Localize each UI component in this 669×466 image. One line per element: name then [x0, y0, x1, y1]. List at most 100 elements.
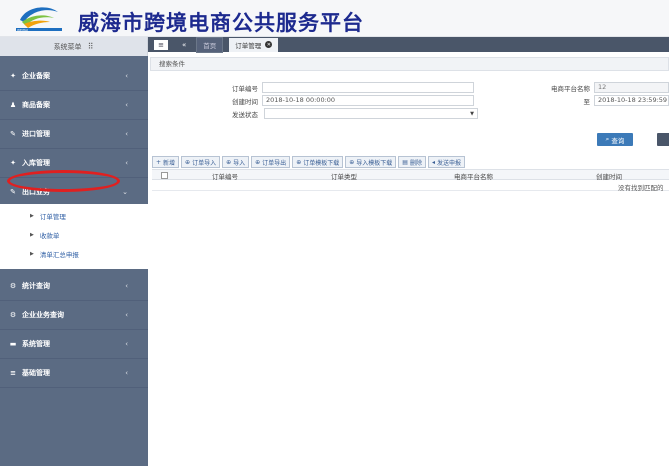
caret-down-icon: ▼ — [470, 111, 474, 117]
star-icon: ✦ — [10, 159, 16, 167]
submenu-item-receipt[interactable]: ▶ 收款单 — [0, 226, 148, 244]
circle-plus-icon: ⊕ — [296, 158, 302, 166]
tools-icon: ✎ — [10, 130, 16, 138]
submenu-item-label: 订单管理 — [39, 213, 66, 221]
sidebar-item-business-query[interactable]: ⚙ 企业业务查询 ‹ — [0, 301, 148, 330]
column-header-platform-name[interactable]: 电商平台名称 — [454, 171, 493, 181]
add-button-label: 新增 — [163, 159, 176, 167]
chevron-down-icon: ⌄ — [122, 188, 128, 196]
sidebar-item-label: 基础管理 — [22, 369, 50, 377]
send-status-select[interactable]: ▼ — [264, 108, 478, 119]
order-template-download-button[interactable]: ⊕ 订单模板下载 — [292, 156, 344, 168]
chevron-left-icon: ‹ — [125, 159, 128, 167]
add-button[interactable]: + 新增 — [152, 156, 180, 168]
submenu-item-label: 清单汇总申报 — [39, 251, 79, 259]
send-declaration-label: 发送申报 — [436, 159, 461, 167]
gears-icon: ⚙ — [9, 282, 17, 290]
menu-title: 系统菜单 ⠿ — [0, 37, 148, 56]
sidebar-item-enterprise-filing[interactable]: ✦ 企业备案 ‹ — [0, 62, 148, 91]
order-export-label: 订单导出 — [262, 159, 287, 167]
app-header: WEIHAI 威海市跨境电商公共服务平台 — [0, 0, 669, 37]
select-all-checkbox[interactable] — [161, 172, 168, 179]
export-submenu: ▶ 订单管理 ▶ 收款单 ▶ 清单汇总申报 — [0, 204, 148, 269]
svg-text:WEIHAI: WEIHAI — [17, 28, 28, 32]
import-template-download-button[interactable]: ⊕ 导入模板下载 — [345, 156, 397, 168]
platform-name-label: 电商平台名称 — [551, 85, 590, 93]
circle-plus-icon: ⊕ — [349, 158, 355, 166]
sidebar-item-label: 入库管理 — [22, 159, 50, 167]
created-to-input[interactable]: 2018-10-18 23:59:59 — [594, 95, 669, 106]
delete-button[interactable]: ▤ 删除 — [398, 156, 426, 168]
gears-icon: ⚙ — [9, 311, 17, 319]
highlight-oval — [7, 170, 120, 192]
caret-right-icon: ▶ — [30, 232, 34, 238]
list-icon: ≡ — [10, 369, 16, 377]
sidebar-item-import-mgmt[interactable]: ✎ 进口管理 ‹ — [0, 120, 148, 149]
tab-bar: ≡ « 首页 订单管理 ✕ — [148, 36, 669, 53]
circle-plus-icon: ⊕ — [185, 158, 191, 166]
trash-icon: ▤ — [402, 158, 408, 166]
submenu-item-list-summary[interactable]: ▶ 清单汇总申报 — [0, 245, 148, 263]
sidebar-item-product-filing[interactable]: ♟ 商品备案 ‹ — [0, 91, 148, 120]
order-no-label: 订单编号 — [232, 85, 258, 93]
created-from-input[interactable]: 2018-10-18 00:00:00 — [262, 95, 474, 106]
chevron-left-icon: ‹ — [125, 369, 128, 377]
send-declaration-button[interactable]: ◂ 发送申报 — [427, 156, 465, 168]
import-label: 导入 — [233, 159, 246, 167]
search-icon: ⌕ — [605, 135, 610, 143]
import-button[interactable]: ⊕ 导入 — [222, 156, 250, 168]
plus-icon: + — [156, 158, 162, 166]
import-template-label: 导入模板下载 — [356, 159, 393, 167]
sidebar-item-statistics[interactable]: ⚙ 统计查询 ‹ — [0, 272, 148, 301]
site-title: 威海市跨境电商公共服务平台 — [78, 10, 364, 35]
query-button[interactable]: ⌕ 查询 — [597, 133, 633, 146]
column-header-created-time[interactable]: 创建时间 — [596, 171, 622, 181]
platform-name-input[interactable]: 12 — [594, 82, 669, 93]
chevron-left-icon: ‹ — [125, 340, 128, 348]
chevron-left-icon: ‹ — [125, 101, 128, 109]
sidebar-item-label: 系统管理 — [22, 340, 50, 348]
window-icon: ▬ — [9, 340, 17, 348]
sidebar-item-label: 企业备案 — [22, 72, 50, 80]
order-import-button[interactable]: ⊕ 订单导入 — [181, 156, 221, 168]
order-export-button[interactable]: ⊕ 订单导出 — [251, 156, 291, 168]
circle-plus-icon: ⊕ — [255, 158, 261, 166]
sidebar-item-label: 进口管理 — [22, 130, 50, 138]
user-icon: ♟ — [9, 101, 17, 109]
sidebar-item-label: 商品备案 — [22, 101, 50, 109]
sidebar-item-label: 统计查询 — [22, 282, 50, 290]
sidebar-item-system-mgmt[interactable]: ▬ 系统管理 ‹ — [0, 330, 148, 359]
column-header-order-no[interactable]: 订单编号 — [212, 171, 238, 181]
order-import-label: 订单导入 — [192, 159, 217, 167]
sidebar: 系统菜单 ⠿ ✦ 企业备案 ‹ ♟ 商品备案 ‹ ✎ 进口管理 ‹ ✦ 入库管理… — [0, 37, 148, 466]
reset-button[interactable] — [657, 133, 669, 146]
chevron-left-icon: ‹ — [125, 130, 128, 138]
hamburger-icon[interactable]: ≡ — [154, 39, 168, 50]
caret-right-icon: ▶ — [30, 251, 34, 257]
close-icon[interactable]: ✕ — [265, 41, 273, 48]
sidebar-item-base-mgmt[interactable]: ≡ 基础管理 ‹ — [0, 359, 148, 388]
double-left-icon[interactable]: « — [182, 41, 186, 49]
table-row — [152, 181, 669, 191]
send-icon: ◂ — [431, 158, 435, 166]
chevron-left-icon: ‹ — [125, 311, 128, 319]
delete-label: 删除 — [409, 159, 422, 167]
tools-icon: ✎ — [10, 188, 16, 196]
order-no-input[interactable] — [262, 82, 474, 93]
star-icon: ✦ — [10, 72, 16, 80]
empty-table-message: 没有找到匹配的 — [618, 184, 664, 192]
circle-plus-icon: ⊕ — [226, 158, 232, 166]
tab-label: 订单管理 — [235, 41, 262, 50]
action-toolbar: + 新增 ⊕ 订单导入 ⊕ 导入 ⊕ 订单导出 ⊕ 订单模板下载 ⊕ 导入模板下载 ▤ 删除 … — [152, 156, 465, 168]
grid-icon[interactable]: ⠿ — [88, 42, 94, 51]
table-header: 订单编号 订单类型 电商平台名称 创建时间 — [152, 169, 669, 181]
created-time-label: 创建时间 — [232, 98, 258, 106]
order-template-label: 订单模板下载 — [303, 159, 340, 167]
tab-order-mgmt[interactable]: 订单管理 ✕ — [229, 37, 279, 52]
submenu-item-order-mgmt[interactable]: ▶ 订单管理 — [0, 207, 148, 225]
caret-right-icon: ▶ — [30, 213, 34, 219]
send-status-label: 发送状态 — [232, 111, 258, 119]
tab-home[interactable]: 首页 — [196, 36, 224, 53]
logo-icon: WEIHAI — [16, 7, 62, 32]
column-header-order-type[interactable]: 订单类型 — [331, 171, 357, 181]
